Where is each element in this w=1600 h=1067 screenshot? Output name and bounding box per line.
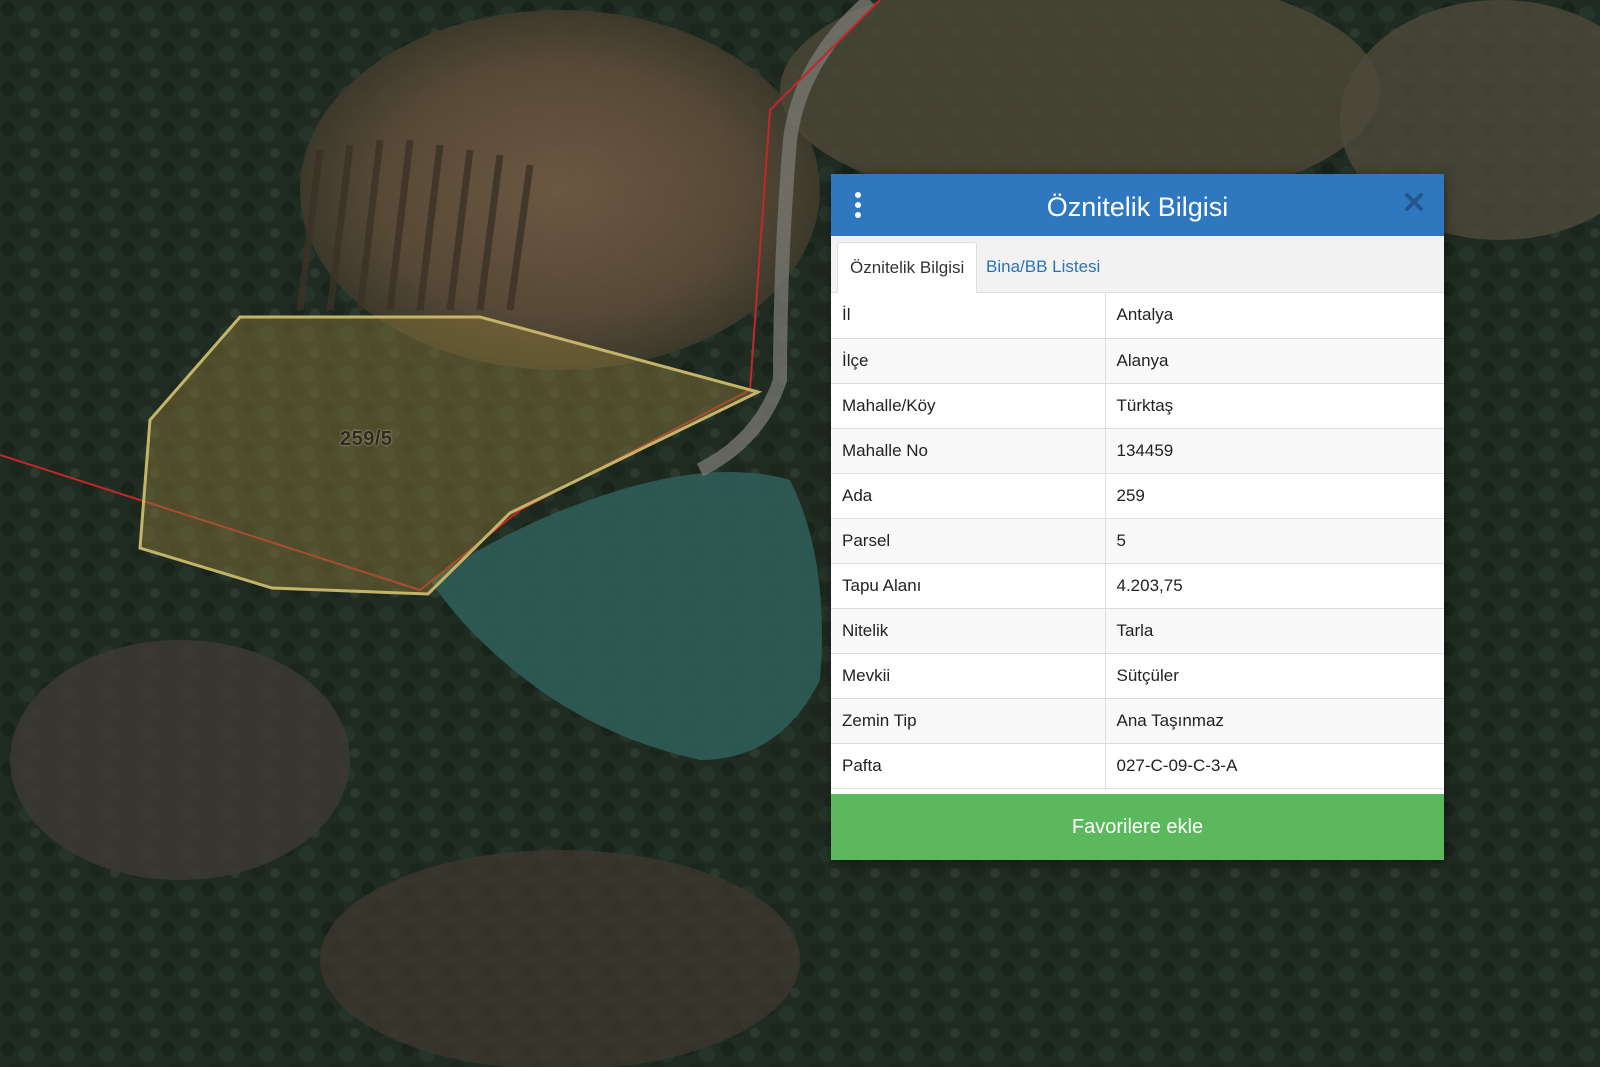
table-row: Mevkii Sütçüler bbox=[831, 653, 1444, 699]
clearing-area bbox=[10, 640, 350, 880]
row-value: 5 bbox=[1105, 518, 1444, 564]
table-row: Mahalle No 134459 bbox=[831, 428, 1444, 474]
table-row: Zemin Tip Ana Taşınmaz bbox=[831, 698, 1444, 744]
row-key: Ada bbox=[831, 473, 1106, 519]
row-key: Parsel bbox=[831, 518, 1106, 564]
panel-tabs: Öznitelik Bilgisi Bina/BB Listesi bbox=[831, 236, 1444, 293]
parcel-label: 259/5 bbox=[340, 428, 393, 450]
add-to-favorites-button[interactable]: Favorilere ekle bbox=[831, 794, 1444, 860]
row-key: Nitelik bbox=[831, 608, 1106, 654]
table-row: Ada 259 bbox=[831, 473, 1444, 519]
row-key: İlçe bbox=[831, 338, 1106, 384]
row-value: Sütçüler bbox=[1105, 653, 1444, 699]
row-key: Tapu Alanı bbox=[831, 563, 1106, 609]
vertical-dots-icon[interactable] bbox=[851, 192, 865, 220]
row-key: Mevkii bbox=[831, 653, 1106, 699]
row-value: 027-C-09-C-3-A bbox=[1105, 743, 1444, 789]
table-row: Tapu Alanı 4.203,75 bbox=[831, 563, 1444, 609]
row-key: İl bbox=[831, 293, 1106, 339]
panel-header: Öznitelik Bilgisi bbox=[831, 174, 1444, 236]
row-value: 4.203,75 bbox=[1105, 563, 1444, 609]
close-icon[interactable] bbox=[1400, 188, 1428, 216]
table-row: İlçe Alanya bbox=[831, 338, 1444, 384]
row-value: 134459 bbox=[1105, 428, 1444, 474]
tab-attribute-info[interactable]: Öznitelik Bilgisi bbox=[837, 242, 978, 293]
row-key: Mahalle No bbox=[831, 428, 1106, 474]
row-value: Ana Taşınmaz bbox=[1105, 698, 1444, 744]
table-row: Pafta 027-C-09-C-3-A bbox=[831, 743, 1444, 789]
row-key: Pafta bbox=[831, 743, 1106, 789]
row-value: Antalya bbox=[1105, 293, 1444, 339]
table-row: Parsel 5 bbox=[831, 518, 1444, 564]
row-value: 259 bbox=[1105, 473, 1444, 519]
row-value: Türktaş bbox=[1105, 383, 1444, 429]
row-value: Tarla bbox=[1105, 608, 1444, 654]
table-row: Mahalle/Köy Türktaş bbox=[831, 383, 1444, 429]
row-key: Zemin Tip bbox=[831, 698, 1106, 744]
clearing-area bbox=[320, 850, 800, 1067]
panel-title: Öznitelik Bilgisi bbox=[1046, 191, 1229, 222]
table-row: Nitelik Tarla bbox=[831, 608, 1444, 654]
table-row: İl Antalya bbox=[831, 293, 1444, 339]
attribute-panel: Öznitelik Bilgisi Öznitelik Bilgisi Bina… bbox=[831, 174, 1444, 860]
attribute-table: İl Antalya İlçe Alanya Mahalle/Köy Türkt… bbox=[831, 293, 1444, 789]
row-key: Mahalle/Köy bbox=[831, 383, 1106, 429]
tab-building-list[interactable]: Bina/BB Listesi bbox=[974, 242, 1112, 292]
row-value: Alanya bbox=[1105, 338, 1444, 384]
